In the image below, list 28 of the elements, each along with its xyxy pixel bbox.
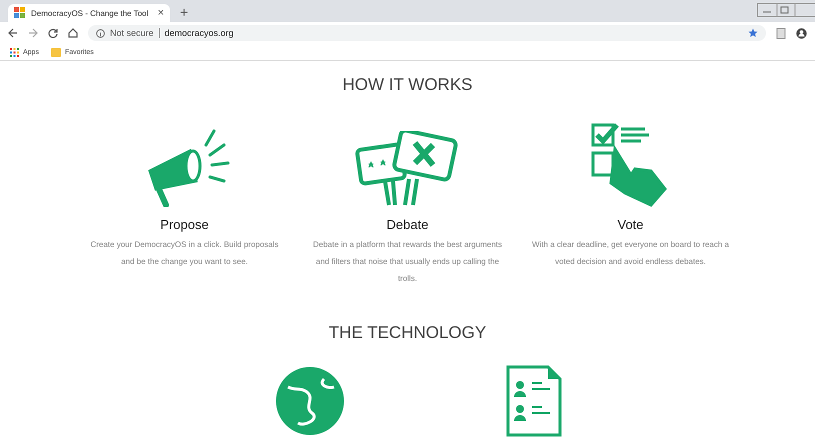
- address-bar[interactable]: Not secure democracyos.org: [88, 25, 766, 41]
- back-icon[interactable]: [8, 28, 18, 38]
- home-icon[interactable]: [68, 28, 78, 38]
- close-tab-button[interactable]: ×: [158, 7, 164, 19]
- document-people-icon: [506, 365, 562, 437]
- reload-icon[interactable]: [48, 28, 58, 38]
- step-title: Propose: [160, 217, 209, 232]
- apps-grid-icon: [10, 48, 19, 56]
- folder-icon: [50, 48, 61, 56]
- step-title: Vote: [617, 217, 644, 232]
- browser-tab[interactable]: DemocracyOS - Change the Tool ×: [8, 4, 170, 22]
- tab-title: DemocracyOS - Change the Tool: [31, 8, 150, 18]
- reading-list-icon[interactable]: [776, 28, 786, 38]
- step-description: With a clear deadline, get everyone on board to reach a voted decision and avoid endless debates.: [530, 239, 730, 268]
- section-heading: HOW IT WORKS: [342, 75, 472, 95]
- security-label: Not secure: [110, 28, 154, 38]
- star-icon[interactable]: [748, 28, 758, 38]
- url-text: democracyos.org: [164, 28, 234, 38]
- window-controls-icon[interactable]: [757, 3, 815, 17]
- step-description: Debate in a platform that rewards the best arguments and filters that noise that usually ends up calling the trolls.: [312, 239, 503, 285]
- globe-icon: [274, 365, 346, 437]
- profile-icon[interactable]: [796, 28, 807, 38]
- step-description: Create your DemocracyOS in a click. Build proposals and be the change you want to see.: [89, 239, 280, 268]
- new-tab-button[interactable]: +: [180, 4, 188, 20]
- site-logo-icon: [14, 7, 26, 19]
- step-title: Debate: [386, 217, 428, 232]
- section-heading: THE TECHNOLOGY: [328, 323, 486, 343]
- info-icon: [96, 28, 105, 38]
